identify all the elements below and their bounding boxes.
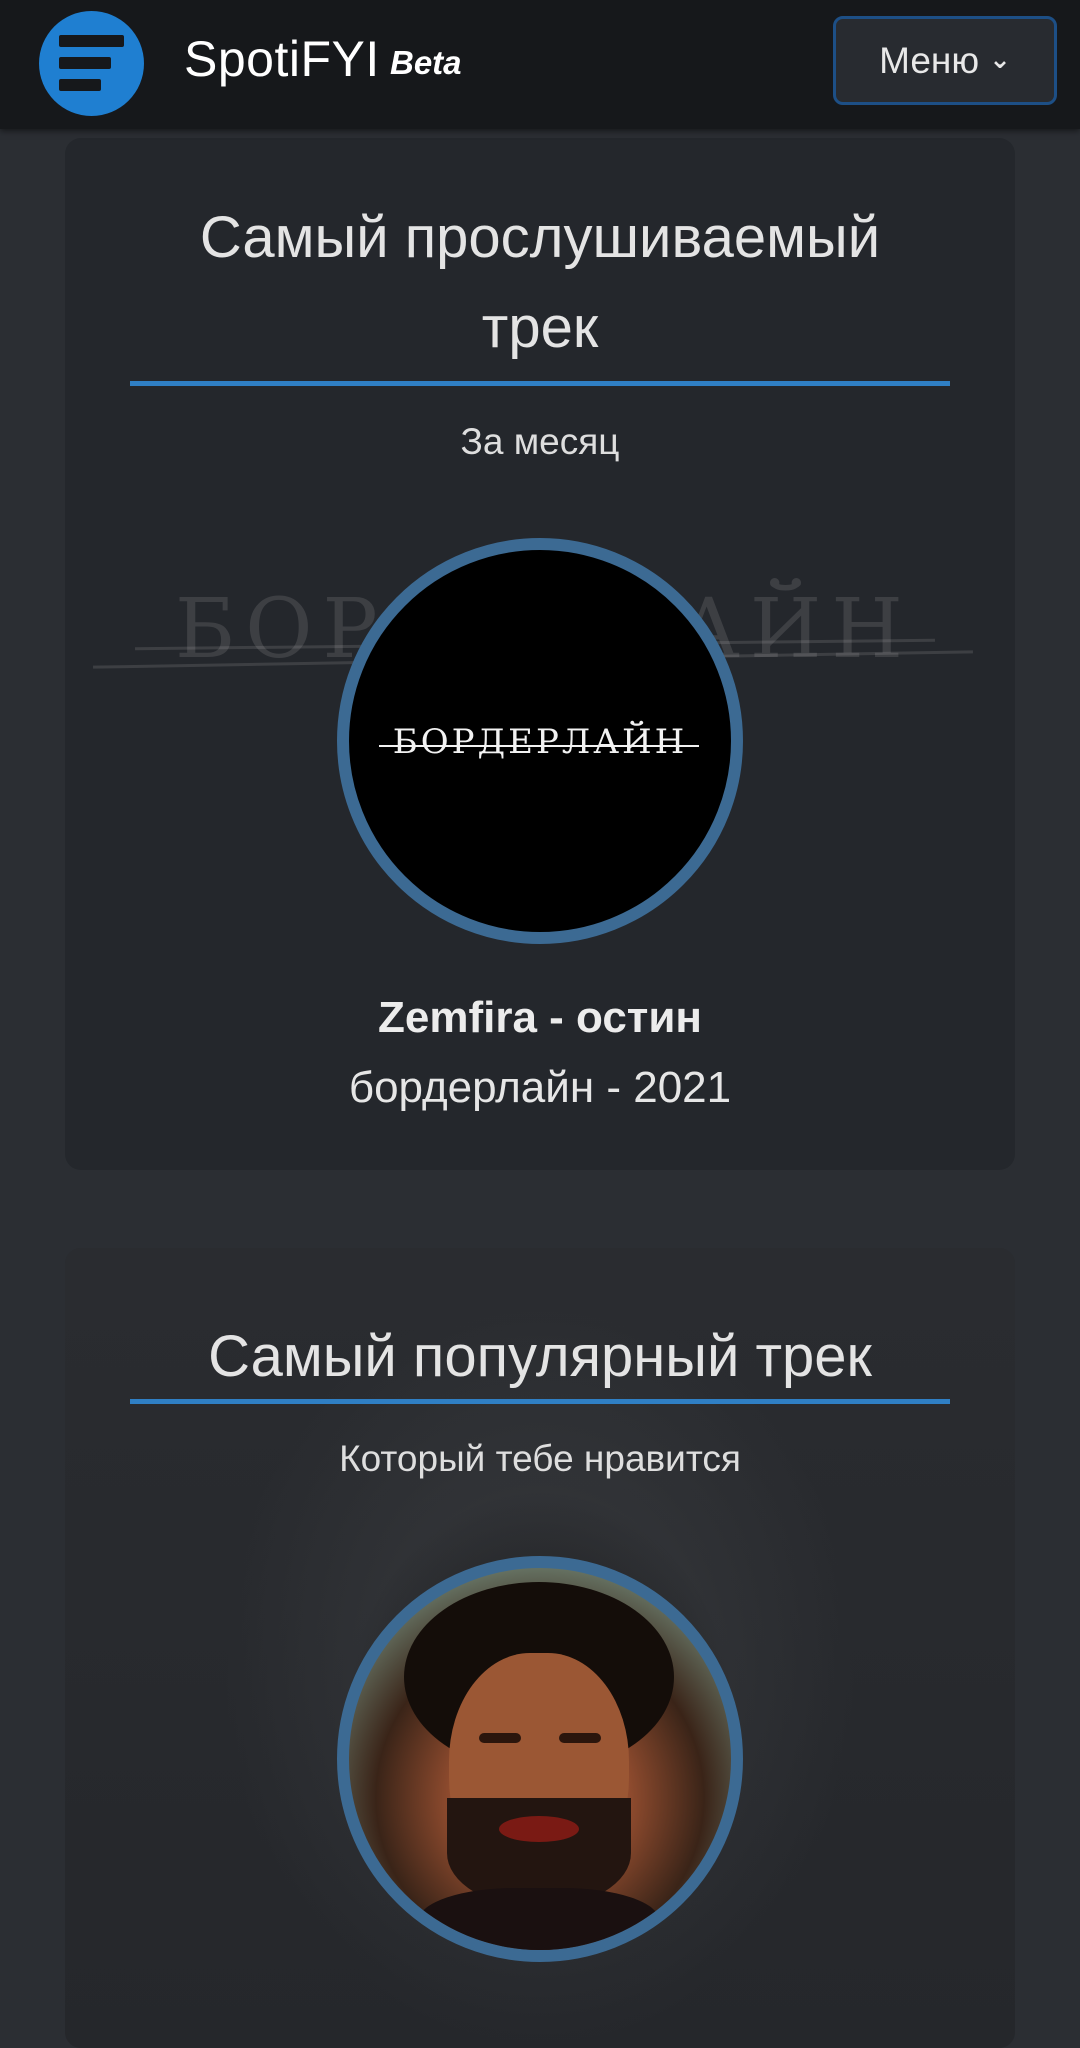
menu-button[interactable]: Меню ⌄ — [833, 16, 1057, 105]
card-subtitle: Который тебе нравится — [339, 1438, 741, 1479]
title-underline — [130, 381, 950, 386]
card-title: Самый популярный трек — [208, 1324, 872, 1389]
album-year: бордерлайн - 2021 — [348, 1063, 732, 1112]
album-cover[interactable]: БОРДЕРЛАЙН — [337, 538, 743, 944]
album-cover[interactable] — [337, 1556, 743, 1962]
top-navbar: SpotiFYI Beta Меню ⌄ — [0, 0, 1080, 129]
card-subtitle: За месяц — [460, 421, 620, 462]
beta-badge: Beta — [390, 44, 462, 81]
most-popular-track-card: Самый популярный трек Который тебе нрави… — [65, 1248, 1015, 2048]
cover-strike-line — [379, 745, 699, 747]
app-name[interactable]: SpotiFYI — [184, 30, 380, 88]
most-played-track-card: Самый прослушиваемый трек За месяц БОРДЕ… — [65, 138, 1015, 1170]
chevron-down-icon: ⌄ — [989, 44, 1011, 74]
card-title: Самый прослушиваемый трек — [199, 205, 881, 360]
app-logo-icon[interactable] — [39, 11, 144, 116]
title-underline — [130, 1399, 950, 1404]
menu-label: Меню — [879, 39, 980, 81]
album-cover-title: БОРДЕРЛАЙН — [392, 722, 688, 762]
artist-track-title[interactable]: Zemfira - остин — [65, 993, 1015, 1043]
